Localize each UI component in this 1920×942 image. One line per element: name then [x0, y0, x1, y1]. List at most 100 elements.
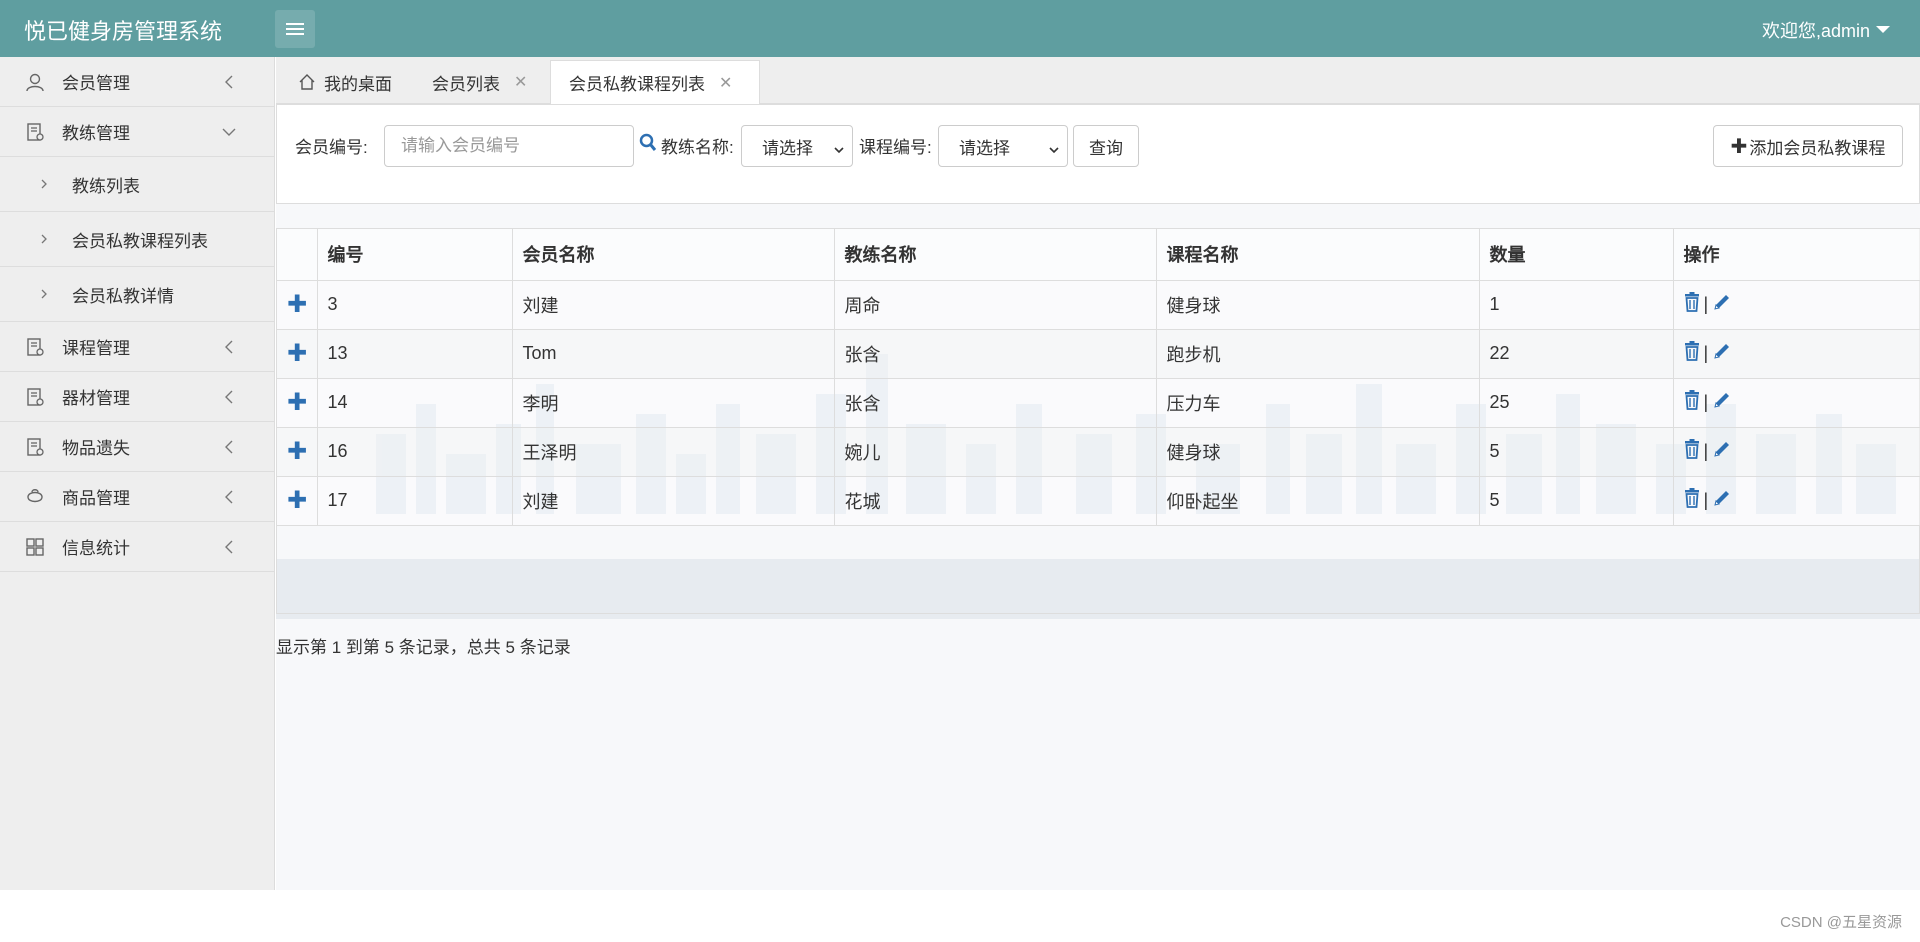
sidebar-item-private-course-list[interactable]: 会员私教课程列表: [0, 212, 274, 267]
hamburger-icon: [286, 23, 304, 35]
tab-label: 会员私教课程列表: [569, 75, 705, 94]
sidebar-item-member-management[interactable]: 会员管理: [0, 57, 274, 107]
action-separator: |: [1703, 343, 1709, 363]
pencil-icon[interactable]: [1712, 439, 1732, 464]
column-header: 教练名称: [834, 229, 1157, 281]
cell-coach: 张含: [834, 329, 1157, 379]
coach-select[interactable]: 请选择: [741, 125, 853, 167]
sidebar-item-goods-management[interactable]: 商品管理: [0, 472, 274, 522]
course-label: 课程编号:: [859, 138, 932, 157]
menu-toggle-button[interactable]: [275, 10, 315, 48]
pencil-icon[interactable]: [1712, 488, 1732, 513]
column-header: 编号: [317, 229, 513, 281]
sidebar-item-label: 会员管理: [62, 74, 130, 93]
tab-desktop[interactable]: 我的桌面: [294, 60, 396, 104]
tab-bar: 我的桌面 会员列表 ✕ 会员私教课程列表 ✕: [276, 57, 1920, 104]
column-header: 会员名称: [512, 229, 835, 281]
sidebar-item-equipment-management[interactable]: 器材管理: [0, 372, 274, 422]
coach-select-value: 请选择: [762, 138, 813, 158]
cell-id: 16: [317, 427, 513, 477]
cell-qty: 5: [1479, 476, 1674, 526]
column-header: 课程名称: [1156, 229, 1480, 281]
pagination-summary: 显示第 1 到第 5 条记录，总共 5 条记录: [276, 638, 571, 657]
expand-row-icon[interactable]: ✚: [287, 438, 307, 465]
member-no-input[interactable]: [384, 125, 634, 167]
expand-row-icon[interactable]: ✚: [287, 487, 307, 514]
table-row: ✚ 14 李明 张含 压力车 25 |: [277, 378, 1920, 428]
trash-icon[interactable]: [1684, 488, 1700, 513]
cell-member: 王泽明: [512, 427, 835, 477]
table-row: ✚ 17 刘建 花城 仰卧起坐 5 |: [277, 476, 1920, 526]
tab-label: 我的桌面: [324, 74, 392, 94]
trash-icon[interactable]: [1684, 292, 1700, 317]
plus-icon: ✚: [1730, 135, 1748, 158]
trash-icon[interactable]: [1684, 341, 1700, 366]
close-icon[interactable]: ✕: [514, 72, 527, 92]
expand-row-icon[interactable]: ✚: [287, 291, 307, 318]
cell-id: 3: [317, 280, 513, 330]
course-select-value: 请选择: [959, 138, 1010, 158]
sidebar-item-label: 课程管理: [62, 339, 130, 358]
document-icon: [24, 121, 46, 143]
document-icon: [24, 386, 46, 408]
footer-credit: CSDN @五星资源: [1780, 914, 1902, 931]
pencil-icon[interactable]: [1712, 390, 1732, 415]
coach-label: 教练名称:: [661, 138, 734, 157]
cell-coach: 张含: [834, 378, 1157, 428]
pencil-icon[interactable]: [1712, 292, 1732, 317]
sidebar-item-lost-items[interactable]: 物品遗失: [0, 422, 274, 472]
sidebar-item-statistics[interactable]: 信息统计: [0, 522, 274, 572]
cell-member: 刘建: [512, 280, 835, 330]
query-button[interactable]: 查询: [1073, 125, 1139, 167]
search-icon: [639, 133, 657, 153]
chevron-left-icon: [222, 390, 236, 404]
cell-actions: |: [1673, 329, 1920, 379]
cell-qty: 25: [1479, 378, 1674, 428]
shopping-icon: [24, 486, 46, 508]
table-row: ✚ 16 王泽明 婉儿 健身球 5 |: [277, 427, 1920, 477]
top-header: 悦已健身房管理系统 欢迎您,admin: [0, 0, 1920, 57]
sidebar-item-private-course-detail[interactable]: 会员私教详情: [0, 267, 274, 322]
sidebar-item-label: 信息统计: [62, 539, 130, 558]
chevron-left-icon: [222, 75, 236, 89]
chevron-left-icon: [222, 490, 236, 504]
cell-course: 跑步机: [1156, 329, 1480, 379]
cell-member: 李明: [512, 378, 835, 428]
tab-private-course-list[interactable]: 会员私教课程列表 ✕: [550, 60, 760, 104]
user-menu[interactable]: 欢迎您,admin: [1762, 17, 1890, 43]
add-private-course-button[interactable]: ✚ 添加会员私教课程: [1713, 125, 1903, 167]
trash-icon[interactable]: [1684, 390, 1700, 415]
table-row: ✚ 13 Tom 张含 跑步机 22 |: [277, 329, 1920, 379]
table-header-row: 编号 会员名称 教练名称 课程名称 数量 操作: [277, 229, 1920, 281]
sidebar-item-label: 器材管理: [62, 389, 130, 408]
tab-member-list[interactable]: 会员列表 ✕: [428, 60, 531, 104]
sidebar-item-coach-management[interactable]: 教练管理: [0, 107, 274, 157]
cell-course: 健身球: [1156, 427, 1480, 477]
chevron-right-icon: [40, 288, 50, 300]
chevron-right-icon: [40, 233, 50, 245]
expand-cell: ✚: [277, 378, 318, 428]
chevron-down-icon: [834, 140, 844, 154]
cell-coach: 婉儿: [834, 427, 1157, 477]
cell-coach: 花城: [834, 476, 1157, 526]
pencil-icon[interactable]: [1712, 341, 1732, 366]
action-separator: |: [1703, 294, 1709, 314]
chevron-down-icon: [1049, 140, 1059, 154]
cell-qty: 1: [1479, 280, 1674, 330]
expand-row-icon[interactable]: ✚: [287, 340, 307, 367]
cell-member: 刘建: [512, 476, 835, 526]
sidebar-item-label: 商品管理: [62, 489, 130, 508]
grid-icon: [24, 536, 46, 558]
expand-row-icon[interactable]: ✚: [287, 389, 307, 416]
trash-icon[interactable]: [1684, 439, 1700, 464]
table-row: ✚ 3 刘建 周命 健身球 1 |: [277, 280, 1920, 330]
course-select[interactable]: 请选择: [938, 125, 1068, 167]
sidebar-item-coach-list[interactable]: 教练列表: [0, 157, 274, 212]
close-icon[interactable]: ✕: [719, 73, 732, 93]
cell-course: 仰卧起坐: [1156, 476, 1480, 526]
sidebar: 会员管理 教练管理 教练列表 会员私教课程列表 会员私教详情 课程管理 器材管理: [0, 57, 275, 890]
sidebar-item-course-management[interactable]: 课程管理: [0, 322, 274, 372]
cell-actions: |: [1673, 476, 1920, 526]
main-content: 会员编号: 教练名称: 请选择 课程编号: 请选择 查询 ✚ 添加会员私教课程: [276, 104, 1920, 890]
member-no-label: 会员编号:: [295, 138, 368, 157]
